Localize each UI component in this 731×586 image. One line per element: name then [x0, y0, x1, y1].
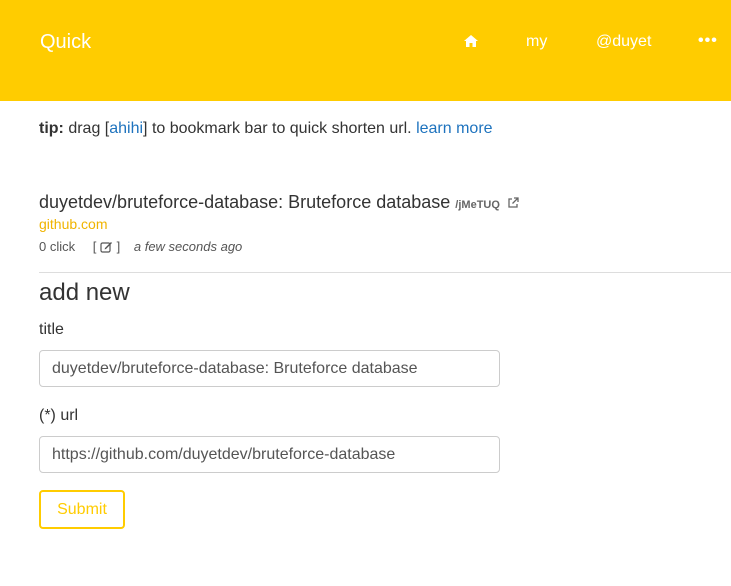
add-new-heading: add new — [39, 279, 130, 306]
divider — [39, 272, 731, 273]
tip-text-2: ] to bookmark bar to quick shorten url. — [143, 120, 417, 137]
edit-button[interactable]: [ ] — [93, 239, 124, 254]
brand-link[interactable]: Quick — [40, 30, 91, 54]
click-count: 0 click — [39, 239, 76, 254]
entry-title-link[interactable]: duyetdev/bruteforce-database: Bruteforce… — [39, 192, 450, 212]
tip-label: tip: — [39, 120, 64, 137]
title-label: title — [39, 321, 64, 338]
bookmarklet-link[interactable]: ahihi — [109, 120, 143, 137]
tip-text-1: drag [ — [63, 120, 110, 137]
external-link-icon[interactable] — [507, 192, 519, 208]
entry-domain: github.com — [39, 216, 108, 232]
shortcode[interactable]: /jMeTUQ — [455, 199, 500, 211]
home-icon[interactable] — [463, 33, 479, 49]
entry-title: duyetdev/bruteforce-database: Bruteforce… — [39, 191, 519, 216]
edit-bracket-open: [ — [92, 239, 97, 254]
tip-text: tip: drag [ahihi] to bookmark bar to qui… — [39, 119, 493, 139]
navbar: Quick my @duyet ••• — [0, 0, 731, 101]
submit-button[interactable]: Submit — [39, 490, 125, 529]
nav-user[interactable]: @duyet — [596, 32, 651, 52]
url-label: (*) url — [39, 407, 79, 424]
learn-more-link[interactable]: learn more — [416, 120, 492, 137]
edit-icon[interactable] — [100, 240, 113, 253]
edit-bracket-close: ] — [116, 239, 121, 254]
url-input[interactable] — [39, 436, 500, 473]
nav-my[interactable]: my — [526, 32, 547, 52]
more-menu-icon[interactable]: ••• — [698, 31, 718, 51]
title-input[interactable] — [39, 350, 500, 387]
entry-meta: 0 click [ ] a few seconds ago — [39, 238, 242, 255]
timestamp: a few seconds ago — [133, 239, 243, 254]
